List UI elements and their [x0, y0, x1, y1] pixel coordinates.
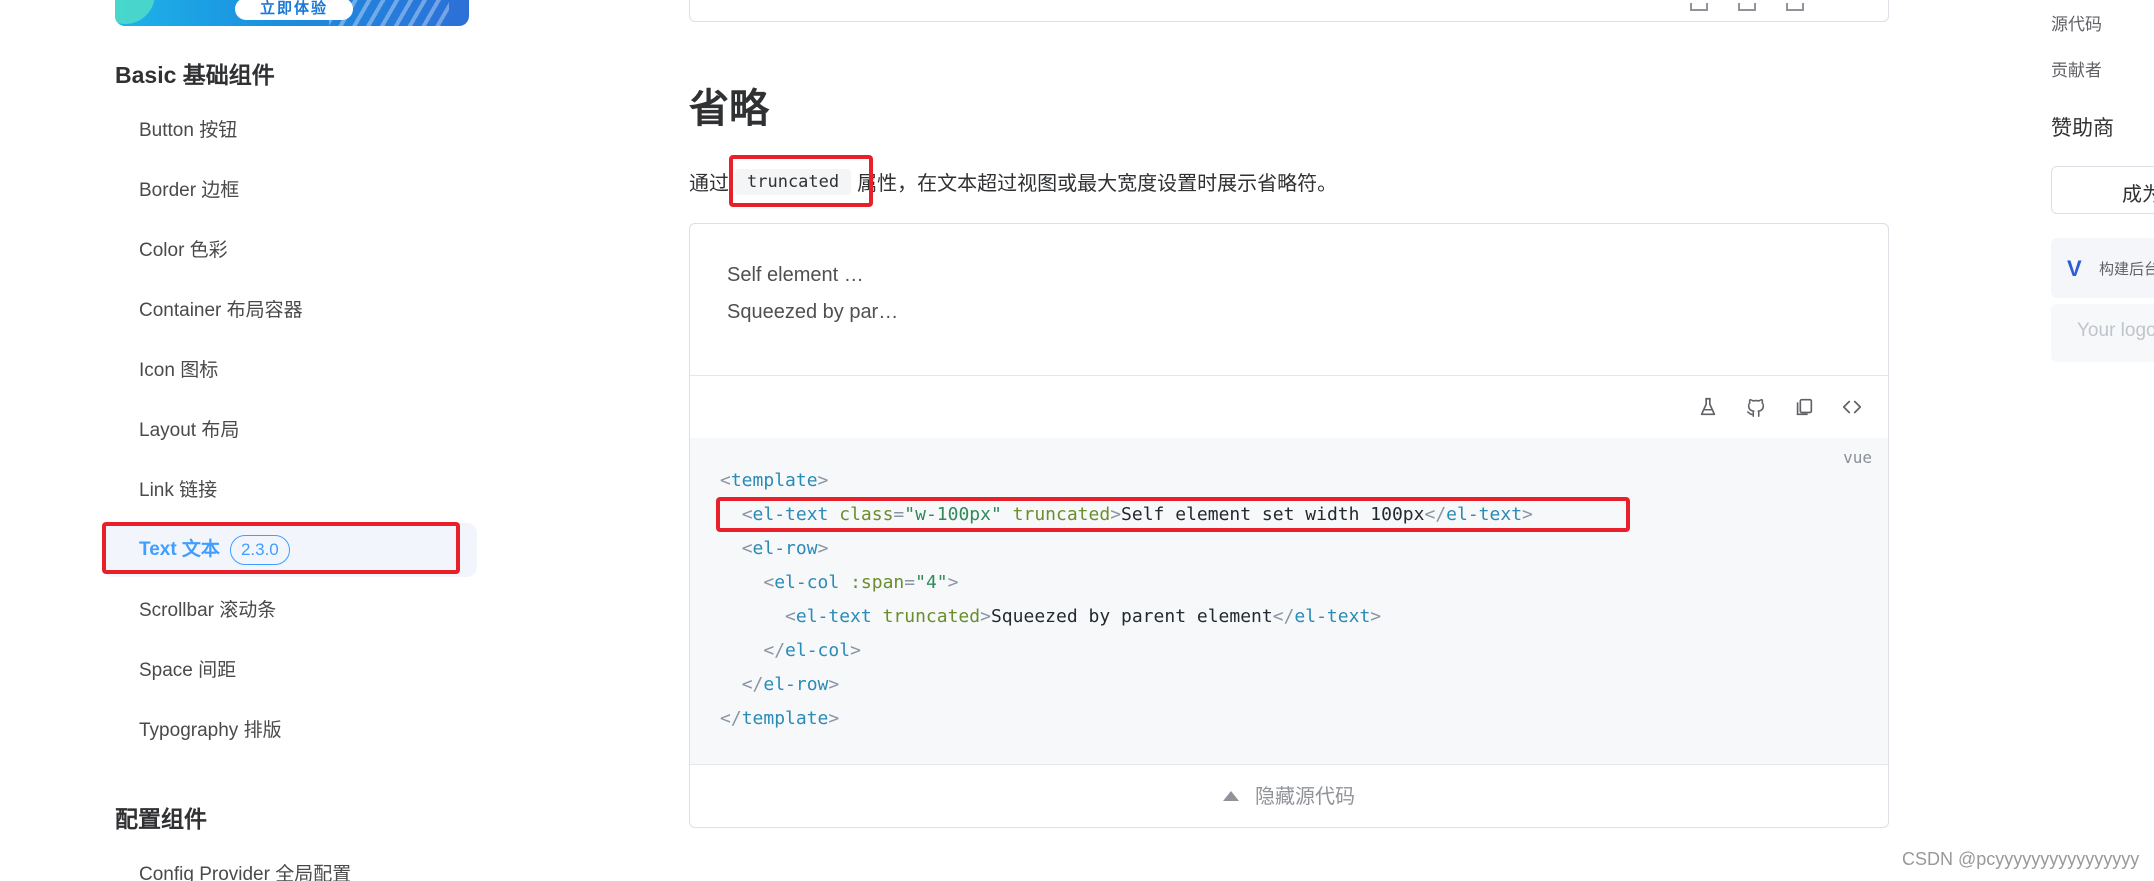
code-string: "4"	[915, 572, 948, 593]
hide-source-button[interactable]: 隐藏源代码	[690, 765, 1888, 827]
sidebar-item-typography[interactable]: Typography 排版	[103, 704, 477, 758]
caret-up-icon	[1223, 790, 1239, 801]
code-tag: el-row	[752, 538, 818, 559]
sidebar-group-basic: Basic 基础组件	[115, 62, 275, 88]
sidebar-item-button[interactable]: Button 按钮	[103, 104, 477, 158]
sponsor-title: 赞助商	[2051, 117, 2114, 140]
become-sponsor-label: 成为	[2122, 184, 2154, 206]
code-line-1: <template>	[720, 470, 829, 491]
code-tag: el-text	[1294, 606, 1371, 627]
hide-source-label: 隐藏源代码	[1255, 786, 1355, 808]
demo-toolbar	[690, 376, 1888, 438]
preview-text-self-element: Self element …	[727, 264, 864, 286]
demo-preview: Self element … Squeezed by par…	[690, 224, 1888, 376]
sidebar-group-config: 配置组件	[115, 806, 207, 832]
vue-logo-icon: V	[2067, 256, 2082, 281]
previous-demo-card	[689, 0, 1889, 22]
sponsor-logo-slot[interactable]: Your logo	[2051, 304, 2154, 362]
promo-banner[interactable]: 立即体验	[115, 0, 469, 26]
code-attr: truncated	[882, 606, 981, 627]
toc-link-contributors[interactable]: 贡献者	[2051, 56, 2102, 81]
description-prefix: 通过	[689, 173, 729, 195]
code-line-8: </template>	[720, 708, 840, 729]
sponsor-slot-text: Your logo	[2077, 320, 2154, 341]
sidebar-item-space[interactable]: Space 间距	[103, 644, 477, 698]
highlight-box-inline-code	[729, 155, 873, 207]
sidebar-item-border[interactable]: Border 边框	[103, 164, 477, 218]
sidebar-item-link[interactable]: Link 链接	[103, 464, 477, 518]
sidebar-item-container[interactable]: Container 布局容器	[103, 284, 477, 338]
sidebar-item-config-provider[interactable]: Config Provider 全局配置	[103, 848, 477, 881]
sponsor-card[interactable]: V 构建后台	[2051, 238, 2154, 298]
code-line-7: </el-row>	[741, 674, 840, 695]
become-sponsor-button[interactable]: 成为	[2051, 166, 2154, 214]
code-tag: template	[730, 470, 818, 491]
flask-icon[interactable]	[1697, 396, 1719, 418]
code-tag: template	[741, 708, 829, 729]
code-tag: el-row	[763, 674, 829, 695]
description-suffix: 属性，在文本超过视图或最大宽度设置时展示省略符。	[857, 173, 1338, 195]
flask-icon[interactable]	[1690, 3, 1708, 11]
copy-icon[interactable]	[1786, 3, 1804, 11]
sidebar-item-layout[interactable]: Layout 布局	[103, 404, 477, 458]
sidebar-item-scrollbar[interactable]: Scrollbar 滚动条	[103, 584, 477, 638]
code-icon[interactable]	[1841, 396, 1863, 418]
sponsor-card-text: 构建后台	[2099, 261, 2154, 278]
code-tag: el-col	[785, 640, 851, 661]
code-line-4: <el-col :span="4">	[763, 572, 959, 593]
code-attr: :span	[850, 572, 905, 593]
sidebar-item-icon[interactable]: Icon 图标	[103, 344, 477, 398]
preview-text-squeezed: Squeezed by par…	[727, 301, 899, 323]
code-text: Squeezed by parent element	[990, 606, 1273, 627]
source-code-block[interactable]: vue <template> <el-text class="w-100px" …	[690, 438, 1888, 765]
sidebar: 立即体验 Basic 基础组件 Button 按钮 Border 边框 Colo…	[0, 0, 480, 881]
watermark: CSDN @pcyyyyyyyyyyyyyyyy	[1902, 849, 2140, 869]
code-line-3: <el-row>	[741, 538, 829, 559]
highlight-box-code-line	[716, 497, 1630, 532]
highlight-box-text-item	[102, 522, 460, 574]
copy-icon[interactable]	[1793, 396, 1815, 418]
promo-try-button[interactable]: 立即体验	[235, 0, 353, 20]
github-icon[interactable]	[1745, 396, 1767, 418]
sidebar-item-color[interactable]: Color 色彩	[103, 224, 477, 278]
code-language-tag: vue	[1843, 448, 1872, 467]
code-line-5: <el-text truncated>Squeezed by parent el…	[785, 606, 1382, 627]
code-line-6: </el-col>	[763, 640, 861, 661]
section-title: 省略	[689, 87, 769, 131]
code-tag: el-col	[774, 572, 840, 593]
toc-link-source[interactable]: 源代码	[2051, 10, 2102, 35]
code-tag: el-text	[795, 606, 872, 627]
github-icon[interactable]	[1738, 3, 1756, 11]
